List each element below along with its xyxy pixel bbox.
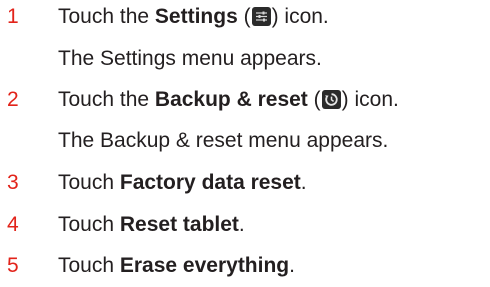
step-text: Touch the Backup & reset ( ) icon. [58, 84, 399, 116]
step-prefix: Touch the [58, 88, 155, 111]
step-text: Touch Factory data reset. [58, 167, 307, 199]
step-suffix: . [300, 171, 307, 194]
step-bold-label: Erase everything [119, 254, 290, 277]
step-prefix: Touch [58, 171, 120, 194]
step-prefix: Touch [58, 213, 120, 236]
step-bold-label: Reset tablet [119, 213, 239, 236]
step-number: 2 [7, 88, 19, 111]
step-number: 4 [7, 213, 19, 236]
instruction-steps: 1 Touch the Settings ( ) icon. The Settin… [0, 0, 490, 287]
backup-reset-icon [321, 90, 341, 109]
step-suffix: . [289, 254, 295, 277]
step-bold-label: Settings [154, 5, 238, 28]
step-result-text: The Backup & reset menu appears. [58, 129, 389, 152]
step-bold-label: Backup & reset [154, 88, 308, 111]
step-number: 3 [7, 171, 19, 194]
step-result-text: The Settings menu appears. [58, 47, 322, 70]
step-number: 1 [7, 5, 19, 28]
step-bold-label: Factory data reset [119, 171, 301, 194]
step-text: Touch the Settings ( ) icon. [58, 1, 329, 33]
settings-icon [251, 7, 271, 26]
step-prefix: Touch [58, 254, 120, 277]
step-suffix: ) icon. [271, 5, 329, 28]
step-suffix: ) icon. [341, 88, 399, 111]
step-suffix: . [238, 213, 245, 236]
step-text: Touch Erase everything. [58, 250, 295, 282]
step-prefix: Touch the [58, 5, 155, 28]
step-mid: ( [237, 5, 251, 28]
step-mid: ( [307, 88, 321, 111]
step-number: 5 [7, 254, 19, 277]
step-text: Touch Reset tablet. [58, 209, 245, 241]
